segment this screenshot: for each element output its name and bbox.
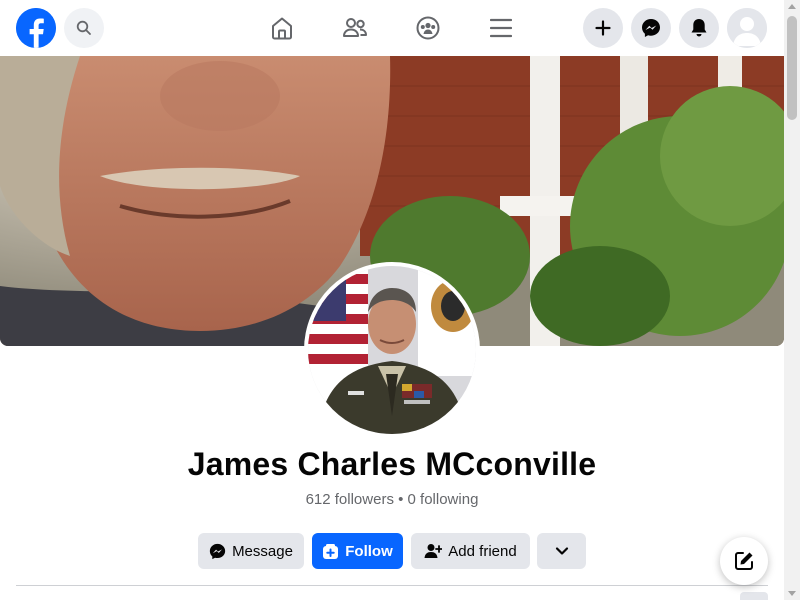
messenger-icon xyxy=(642,19,660,37)
bell-icon xyxy=(691,19,707,37)
facebook-logo-icon[interactable] xyxy=(16,8,56,48)
follow-button[interactable]: Follow xyxy=(312,533,403,569)
messenger-icon xyxy=(209,543,226,559)
add-friend-button-label: Add friend xyxy=(448,542,517,560)
message-button[interactable]: Message xyxy=(198,533,304,569)
message-button-label: Message xyxy=(232,542,293,560)
search-button[interactable] xyxy=(64,8,104,48)
add-friend-button[interactable]: Add friend xyxy=(411,533,530,569)
chevron-down-icon xyxy=(555,547,568,555)
messenger-button[interactable] xyxy=(631,8,671,48)
default-avatar-icon xyxy=(727,8,767,48)
top-navigation-bar xyxy=(0,0,784,56)
profile-name: James Charles MCconville xyxy=(187,446,597,482)
profile-picture[interactable] xyxy=(304,262,480,438)
compose-icon xyxy=(735,552,753,570)
followers-stats[interactable]: 612 followers • 0 following xyxy=(0,491,784,508)
follow-icon xyxy=(323,543,339,559)
notifications-button[interactable] xyxy=(679,8,719,48)
partial-tab-button[interactable] xyxy=(740,592,768,600)
groups-icon xyxy=(416,16,440,40)
scroll-down-arrow-icon[interactable] xyxy=(788,591,796,596)
nav-home-tab[interactable] xyxy=(266,12,298,44)
scroll-thumb[interactable] xyxy=(787,16,797,120)
nav-menu-tab[interactable] xyxy=(485,12,517,44)
section-divider xyxy=(16,585,768,586)
more-options-button[interactable] xyxy=(537,533,586,569)
plus-icon xyxy=(595,20,611,36)
friends-icon xyxy=(343,18,367,37)
search-icon xyxy=(76,20,91,35)
account-avatar[interactable] xyxy=(727,8,767,48)
menu-icon xyxy=(490,18,512,38)
new-message-button[interactable] xyxy=(720,537,768,585)
nav-friends-tab[interactable] xyxy=(339,12,371,44)
scroll-up-arrow-icon[interactable] xyxy=(788,4,796,9)
add-friend-icon xyxy=(424,544,443,558)
create-button[interactable] xyxy=(583,8,623,48)
nav-groups-tab[interactable] xyxy=(412,12,444,44)
page-scrollbar[interactable] xyxy=(784,0,800,600)
follow-button-label: Follow xyxy=(345,542,393,560)
home-icon xyxy=(272,17,292,40)
